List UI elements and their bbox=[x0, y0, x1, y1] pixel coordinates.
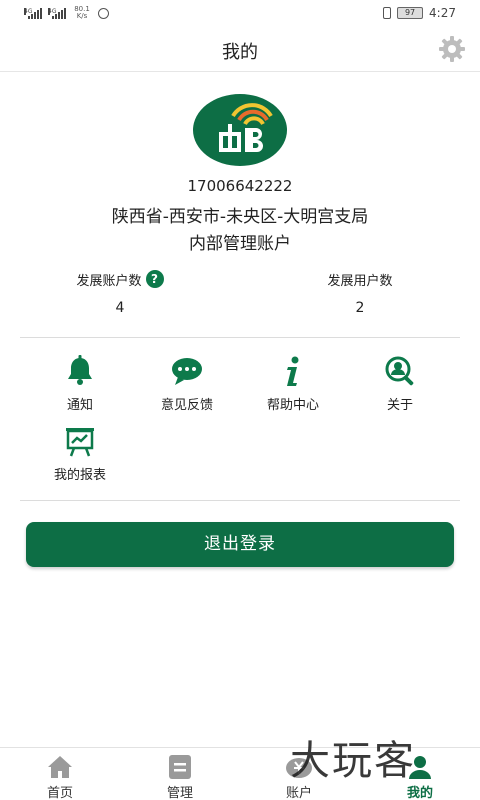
divider bbox=[20, 337, 460, 338]
stat-accounts-value: 4 bbox=[115, 300, 125, 316]
document-icon bbox=[169, 755, 191, 779]
logout-button[interactable]: 退出登录 bbox=[26, 522, 454, 567]
menu-notify-label: 通知 bbox=[66, 398, 93, 413]
divider-2 bbox=[20, 500, 460, 501]
bell-icon bbox=[68, 355, 92, 385]
account-type: 内部管理账户 bbox=[189, 234, 291, 254]
stat-users-label: 发展用户数 bbox=[327, 273, 393, 289]
nav-home[interactable]: 首页 bbox=[20, 754, 100, 800]
watermark: 大玩客 bbox=[290, 728, 470, 788]
stat-users-value: 2 bbox=[355, 300, 365, 316]
stat-users: 发展用户数 2 bbox=[260, 270, 460, 317]
home-icon bbox=[48, 756, 72, 778]
watermark-text: 大玩客 bbox=[290, 738, 416, 784]
stat-accounts: 发展账户数 ? 4 bbox=[20, 270, 220, 316]
menu-help[interactable]: 帮助中心 bbox=[243, 354, 343, 413]
vibrate-icon bbox=[383, 7, 392, 19]
app-header: 我的 bbox=[0, 26, 480, 72]
menu-feedback[interactable]: 意见反馈 bbox=[137, 354, 237, 413]
menu-reports-label: 我的报表 bbox=[53, 468, 106, 483]
signal-icon-2: 4G bbox=[48, 7, 66, 19]
nav-manage[interactable]: 管理 bbox=[140, 754, 220, 800]
nav-home-label: 首页 bbox=[46, 786, 73, 800]
menu-notify[interactable]: 通知 bbox=[30, 354, 130, 413]
stat-accounts-label: 发展账户数 bbox=[76, 273, 142, 289]
menu-feedback-label: 意见反馈 bbox=[160, 398, 213, 413]
clock: 4:27 bbox=[429, 6, 456, 20]
report-board-icon bbox=[66, 428, 94, 457]
signal-icon: 4G bbox=[24, 7, 42, 19]
status-bar: 4G 4G 80.1 K/s 97 4:27 bbox=[0, 0, 480, 26]
menu-reports[interactable]: 我的报表 bbox=[30, 424, 130, 483]
info-icon bbox=[287, 356, 299, 386]
menu-about[interactable]: 关于 bbox=[350, 354, 450, 413]
battery-icon: 97 bbox=[397, 7, 424, 19]
chat-bubble-icon bbox=[172, 358, 202, 385]
network-speed: 80.1 K/s bbox=[74, 5, 90, 20]
page-title: 我的 bbox=[222, 42, 258, 63]
nav-manage-label: 管理 bbox=[166, 786, 193, 800]
status-right: 97 4:27 bbox=[383, 6, 456, 20]
menu-help-label: 帮助中心 bbox=[266, 398, 319, 413]
gear-icon[interactable] bbox=[436, 34, 468, 64]
user-phone: 17006642222 bbox=[187, 177, 293, 195]
menu-about-label: 关于 bbox=[386, 398, 413, 413]
status-left: 4G 4G 80.1 K/s bbox=[24, 6, 109, 20]
avatar-logo bbox=[193, 94, 287, 166]
user-organization: 陕西省-西安市-未央区-大明宫支局 bbox=[111, 207, 369, 227]
search-user-icon bbox=[385, 356, 414, 386]
question-icon[interactable]: ? bbox=[145, 270, 164, 288]
globe-icon bbox=[98, 7, 109, 19]
